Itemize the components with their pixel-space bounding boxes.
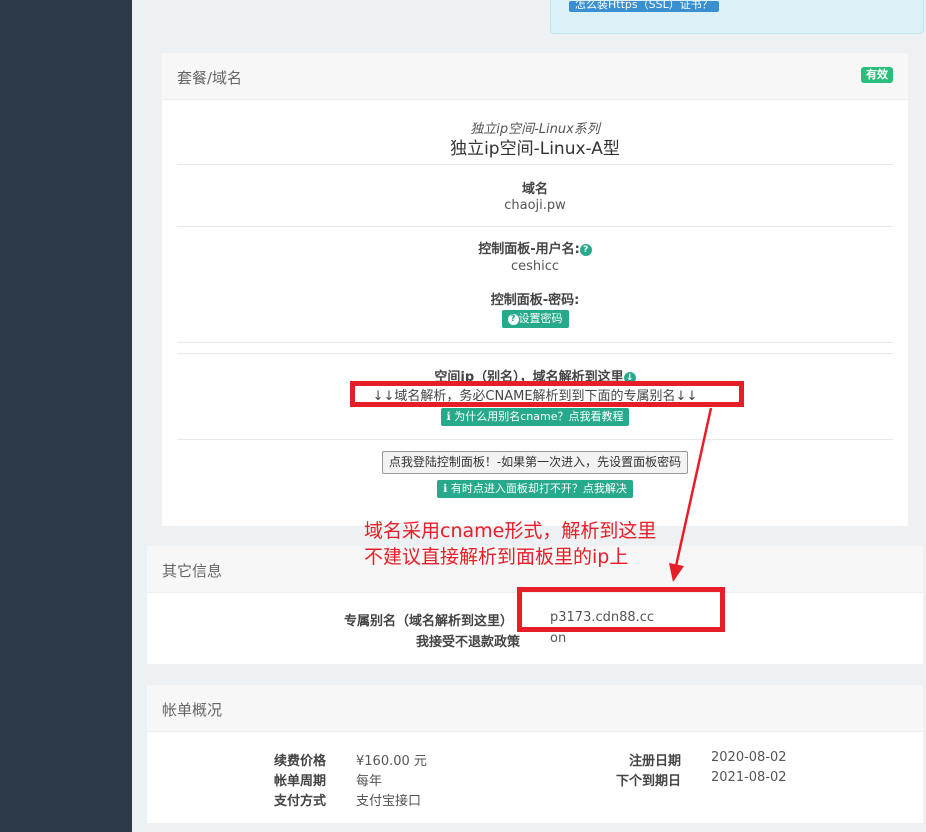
panel-username-value: ceshicc <box>510 259 560 274</box>
product-name: 独立ip空间-Linux-A型 <box>450 139 620 159</box>
next-due-label: 下个到期日 <box>615 774 681 789</box>
login-trouble-link[interactable]: ℹ 有时点进入面板却打不开？点我解决 <box>437 480 633 498</box>
next-due-value: 2021-08-02 <box>711 770 787 785</box>
ssl-guide-link[interactable]: 怎么装Https（SSL）证书？ <box>569 1 719 12</box>
panel-username-label: 控制面板-用户名: <box>478 242 580 257</box>
divider <box>177 342 893 343</box>
status-badge: 有效 <box>861 67 893 83</box>
divider <box>177 439 893 440</box>
billing-panel: 帐单概况 续费价格 ¥160.00 元 帐单周期 每年 支付方式 支付宝接口 注… <box>147 685 923 823</box>
billing-header: 帐单概况 <box>147 685 923 732</box>
info-icon: ℹ <box>443 482 451 495</box>
divider <box>177 353 893 354</box>
annotation-line-1: 域名采用cname形式，解析到这里 <box>364 520 657 542</box>
set-password-button[interactable]: ? 设置密码 <box>501 310 569 328</box>
domain-label: 域名 <box>521 182 548 197</box>
sidebar <box>0 0 132 832</box>
divider <box>177 226 893 227</box>
register-date-value: 2020-08-02 <box>711 750 787 765</box>
other-info-title: 其它信息 <box>162 562 223 580</box>
package-panel-title: 套餐/域名 <box>177 69 243 87</box>
help-icon[interactable]: ? <box>579 244 592 256</box>
package-panel-header: 套餐/域名 有效 <box>162 53 908 100</box>
refund-value: on <box>550 631 567 646</box>
panel-username-row: 控制面板-用户名:? <box>162 238 908 257</box>
panel-password-label: 控制面板-密码: <box>490 293 580 308</box>
billing-title: 帐单概况 <box>162 701 223 719</box>
alias-label: 专属别名（域名解析到这里） <box>343 614 513 629</box>
payment-method-label: 支付方式 <box>273 794 326 809</box>
annotation-line-2: 不建议直接解析到面板里的ip上 <box>364 546 629 568</box>
ssl-info-box: 怎么装Https（SSL）证书？ <box>550 0 924 34</box>
billing-cycle-label: 帐单周期 <box>273 774 326 789</box>
annotation-text: 域名采用cname形式，解析到这里 不建议直接解析到面板里的ip上 <box>364 518 656 570</box>
package-panel: 套餐/域名 有效 独立ip空间-Linux系列 独立ip空间-Linux-A型 … <box>162 53 908 526</box>
renew-price-value: ¥160.00 元 <box>356 754 427 769</box>
renew-price-label: 续费价格 <box>273 754 326 769</box>
set-password-row: ? 设置密码 <box>162 307 908 328</box>
help-icon: ? <box>507 314 519 325</box>
highlight-box <box>517 587 725 632</box>
login-row: 点我登陆控制面板！-如果第一次进入，先设置面板密码 <box>162 451 908 474</box>
divider <box>177 164 893 165</box>
cname-why-row: ℹ 为什么用别名cname？点我看教程 <box>162 405 908 426</box>
login-trouble-row: ℹ 有时点进入面板却打不开？点我解决 <box>162 477 908 498</box>
register-date-label: 注册日期 <box>628 754 681 769</box>
login-panel-button[interactable]: 点我登陆控制面板！-如果第一次进入，先设置面板密码 <box>381 451 689 474</box>
refund-label: 我接受不退款政策 <box>415 635 520 650</box>
payment-method-value: 支付宝接口 <box>356 794 422 809</box>
domain-value: chaoji.pw <box>504 198 566 213</box>
cname-tutorial-link[interactable]: ℹ 为什么用别名cname？点我看教程 <box>440 408 630 426</box>
highlight-box <box>350 381 744 407</box>
billing-cycle-value: 每年 <box>356 774 383 789</box>
